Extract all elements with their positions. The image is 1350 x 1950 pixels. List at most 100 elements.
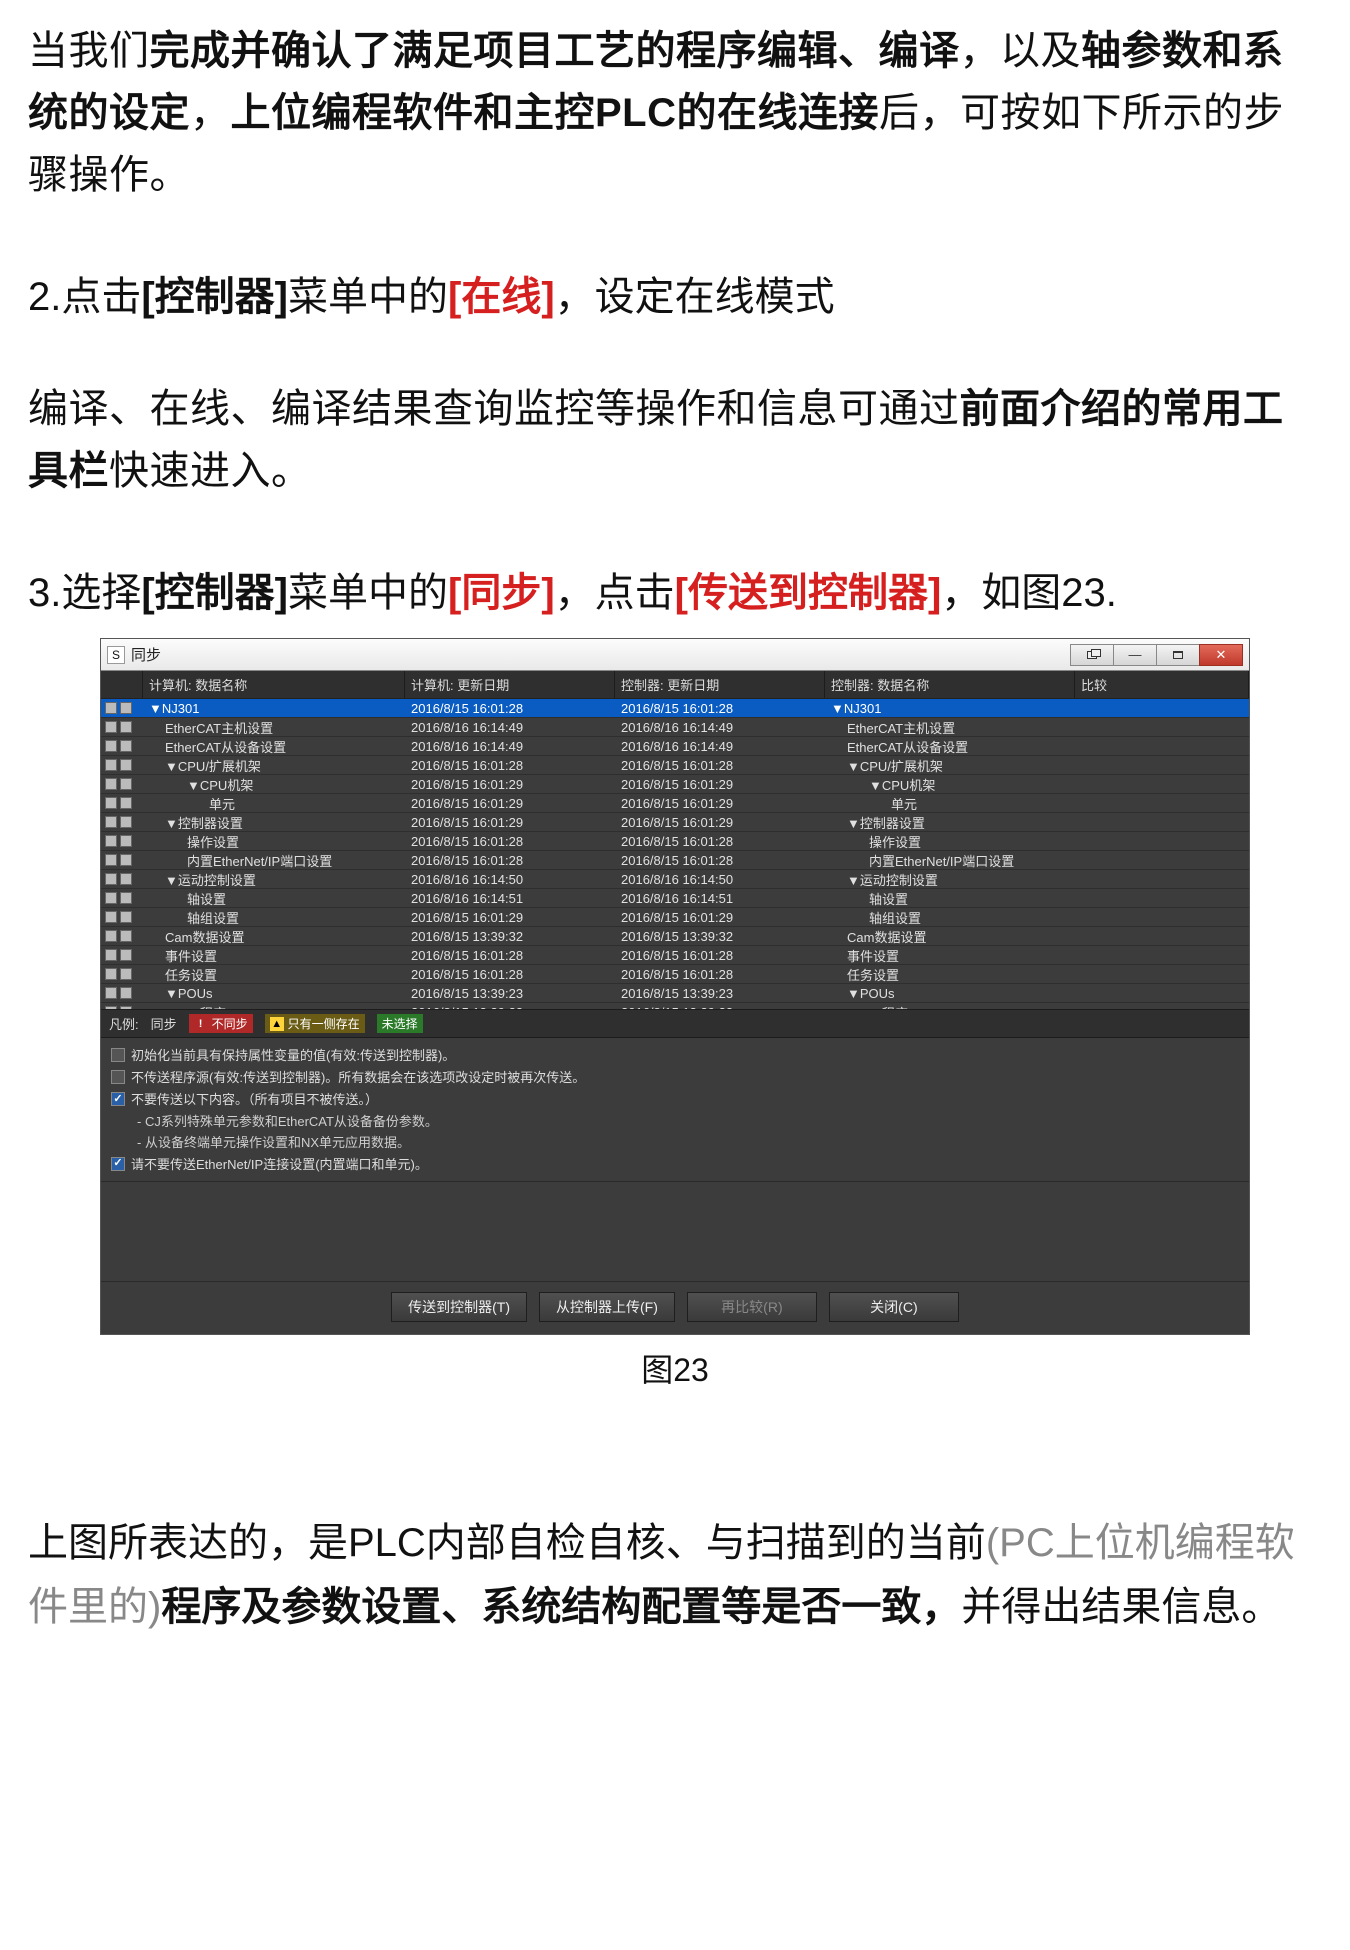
table-row[interactable]: ▼CPU/扩展机架2016/8/15 16:01:282016/8/15 16:… bbox=[101, 756, 1249, 775]
checkbox-icon[interactable] bbox=[105, 816, 117, 828]
checkbox-icon[interactable] bbox=[105, 930, 117, 942]
checkbox-icon[interactable] bbox=[105, 702, 117, 714]
checkbox-icon[interactable] bbox=[105, 987, 117, 999]
tree-rows[interactable]: ▼NJ3012016/8/15 16:01:282016/8/15 16:01:… bbox=[101, 699, 1249, 1009]
row-checkbox-cell[interactable] bbox=[101, 911, 143, 923]
checkbox-icon[interactable] bbox=[105, 911, 117, 923]
opt-init-retain[interactable]: 初始化当前具有保持属性变量的值(有效:传送到控制器)。 bbox=[111, 1046, 1239, 1066]
row-checkbox-cell[interactable] bbox=[101, 816, 143, 828]
row-checkbox-cell[interactable] bbox=[101, 892, 143, 904]
row-checkbox-cell[interactable] bbox=[101, 987, 143, 999]
transfer-to-controller-button[interactable]: 传送到控制器(T) bbox=[391, 1292, 527, 1322]
checkbox-icon[interactable] bbox=[120, 1006, 132, 1009]
recompare-button[interactable]: 再比较(R) bbox=[687, 1292, 817, 1322]
checkbox-icon[interactable] bbox=[120, 949, 132, 961]
checkbox-icon[interactable]: ✓ bbox=[111, 1092, 125, 1106]
restore-button[interactable] bbox=[1070, 644, 1114, 666]
table-row[interactable]: ▼NJ3012016/8/15 16:01:282016/8/15 16:01:… bbox=[101, 699, 1249, 718]
checkbox-icon[interactable] bbox=[111, 1070, 125, 1084]
checkbox-icon[interactable] bbox=[120, 987, 132, 999]
ctrl-updated-cell: 2016/8/15 13:39:23 bbox=[615, 986, 825, 1001]
checkbox-icon[interactable] bbox=[120, 702, 132, 714]
ctrl-name-cell: 轴组设置 bbox=[825, 908, 1075, 927]
local-updated-cell: 2016/8/15 16:01:29 bbox=[405, 796, 615, 811]
checkbox-icon[interactable] bbox=[120, 854, 132, 866]
row-checkbox-cell[interactable] bbox=[101, 778, 143, 790]
checkbox-icon[interactable] bbox=[120, 740, 132, 752]
checkbox-icon[interactable]: ✓ bbox=[111, 1157, 125, 1171]
checkbox-icon[interactable] bbox=[105, 949, 117, 961]
checkbox-icon[interactable] bbox=[120, 911, 132, 923]
opt-no-source[interactable]: 不传送程序源(有效:传送到控制器)。所有数据会在该选项改设定时被再次传送。 bbox=[111, 1068, 1239, 1088]
row-checkbox-cell[interactable] bbox=[101, 740, 143, 752]
ctrl-updated-cell: 2016/8/16 16:14:51 bbox=[615, 891, 825, 906]
note2-t2: 快速进入。 bbox=[109, 449, 312, 493]
checkbox-icon[interactable] bbox=[105, 797, 117, 809]
close-dialog-button[interactable]: 关闭(C) bbox=[829, 1292, 959, 1322]
table-row[interactable]: ▼运动控制设置2016/8/16 16:14:502016/8/16 16:14… bbox=[101, 870, 1249, 889]
checkbox-icon[interactable] bbox=[105, 1006, 117, 1009]
row-checkbox-cell[interactable] bbox=[101, 854, 143, 866]
checkbox-icon[interactable] bbox=[105, 968, 117, 980]
table-row[interactable]: ▼CPU机架2016/8/15 16:01:292016/8/15 16:01:… bbox=[101, 775, 1249, 794]
table-row[interactable]: 任务设置2016/8/15 16:01:282016/8/15 16:01:28… bbox=[101, 965, 1249, 984]
checkbox-icon[interactable] bbox=[111, 1048, 125, 1062]
row-checkbox-cell[interactable] bbox=[101, 721, 143, 733]
local-updated-cell: 2016/8/16 16:14:49 bbox=[405, 739, 615, 754]
checkbox-icon[interactable] bbox=[120, 797, 132, 809]
row-checkbox-cell[interactable] bbox=[101, 930, 143, 942]
upload-from-controller-button[interactable]: 从控制器上传(F) bbox=[539, 1292, 675, 1322]
local-name-cell: 轴组设置 bbox=[143, 908, 405, 927]
close-button[interactable]: ✕ bbox=[1199, 644, 1243, 666]
table-row[interactable]: EtherCAT主机设置2016/8/16 16:14:492016/8/16 … bbox=[101, 718, 1249, 737]
window-title: 同步 bbox=[131, 644, 161, 665]
ctrl-updated-cell: 2016/8/15 16:01:28 bbox=[615, 967, 825, 982]
row-checkbox-cell[interactable] bbox=[101, 968, 143, 980]
checkbox-icon[interactable] bbox=[105, 873, 117, 885]
row-checkbox-cell[interactable] bbox=[101, 759, 143, 771]
checkbox-icon[interactable] bbox=[105, 835, 117, 847]
minimize-button[interactable]: — bbox=[1113, 644, 1157, 666]
opt-skip-enetip[interactable]: ✓请不要传送EtherNet/IP连接设置(内置端口和单元)。 bbox=[111, 1155, 1239, 1175]
row-checkbox-cell[interactable] bbox=[101, 949, 143, 961]
checkbox-icon[interactable] bbox=[120, 968, 132, 980]
opt-skip-items[interactable]: ✓不要传送以下内容。（所有项目不被传送。） bbox=[111, 1090, 1239, 1110]
table-row[interactable]: 轴组设置2016/8/15 16:01:292016/8/15 16:01:29… bbox=[101, 908, 1249, 927]
checkbox-icon[interactable] bbox=[105, 778, 117, 790]
checkbox-icon[interactable] bbox=[105, 759, 117, 771]
table-row[interactable]: 事件设置2016/8/15 16:01:282016/8/15 16:01:28… bbox=[101, 946, 1249, 965]
trail-t2: 并得出结果信息。 bbox=[961, 1585, 1281, 1629]
row-checkbox-cell[interactable] bbox=[101, 835, 143, 847]
checkbox-icon[interactable] bbox=[105, 721, 117, 733]
row-checkbox-cell[interactable] bbox=[101, 797, 143, 809]
checkbox-icon[interactable] bbox=[120, 778, 132, 790]
checkbox-icon[interactable] bbox=[120, 930, 132, 942]
checkbox-icon[interactable] bbox=[120, 835, 132, 847]
table-row[interactable]: 操作设置2016/8/15 16:01:282016/8/15 16:01:28… bbox=[101, 832, 1249, 851]
row-checkbox-cell[interactable] bbox=[101, 873, 143, 885]
table-row[interactable]: 轴设置2016/8/16 16:14:512016/8/16 16:14:51轴… bbox=[101, 889, 1249, 908]
row-checkbox-cell[interactable] bbox=[101, 702, 143, 714]
maximize-button[interactable] bbox=[1156, 644, 1200, 666]
table-row[interactable]: ▼POUs2016/8/15 13:39:232016/8/15 13:39:2… bbox=[101, 984, 1249, 1003]
checkbox-icon[interactable] bbox=[105, 740, 117, 752]
table-row[interactable]: EtherCAT从设备设置2016/8/16 16:14:492016/8/16… bbox=[101, 737, 1249, 756]
checkbox-icon[interactable] bbox=[120, 873, 132, 885]
checkbox-icon[interactable] bbox=[120, 816, 132, 828]
ctrl-updated-cell: 2016/8/15 16:01:28 bbox=[615, 758, 825, 773]
legend-label: 凡例: bbox=[109, 1014, 139, 1033]
table-row[interactable]: ▼程序2016/8/15 13:39:232016/8/15 13:39:23▼… bbox=[101, 1003, 1249, 1009]
intro-b3: 上位编程软件和主控PLC的在线连接 bbox=[231, 91, 880, 135]
table-row[interactable]: ▼控制器设置2016/8/15 16:01:292016/8/15 16:01:… bbox=[101, 813, 1249, 832]
table-row[interactable]: 单元2016/8/15 16:01:292016/8/15 16:01:29单元 bbox=[101, 794, 1249, 813]
row-checkbox-cell[interactable] bbox=[101, 1006, 143, 1009]
checkbox-icon[interactable] bbox=[105, 854, 117, 866]
table-row[interactable]: Cam数据设置2016/8/15 13:39:322016/8/15 13:39… bbox=[101, 927, 1249, 946]
local-name-cell: ▼POUs bbox=[143, 986, 405, 1001]
table-row[interactable]: 内置EtherNet/IP端口设置2016/8/15 16:01:282016/… bbox=[101, 851, 1249, 870]
checkbox-icon[interactable] bbox=[120, 892, 132, 904]
checkbox-icon[interactable] bbox=[120, 721, 132, 733]
note2-t1: 编译、在线、编译结果查询监控等操作和信息可通过 bbox=[28, 387, 960, 431]
checkbox-icon[interactable] bbox=[120, 759, 132, 771]
checkbox-icon[interactable] bbox=[105, 892, 117, 904]
